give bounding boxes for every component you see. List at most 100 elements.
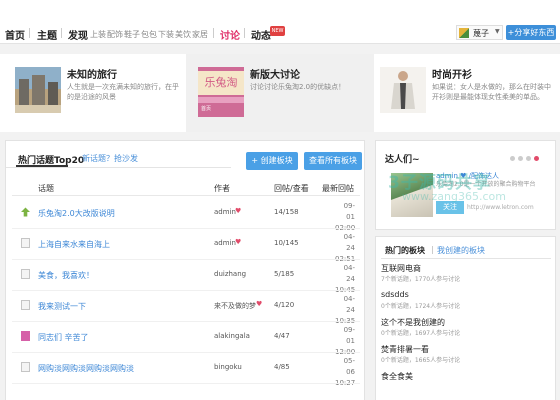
board-name[interactable]: 焚青排暑一看	[381, 344, 429, 355]
table-row[interactable]: 上海自来水来自海上 admin ♥ 10/145 04-24 02:51	[6, 229, 366, 263]
header-divider	[12, 195, 360, 196]
nav-home[interactable]: 首页	[5, 27, 25, 42]
topic-author[interactable]: alakingala	[214, 332, 250, 340]
document-icon	[21, 300, 30, 310]
topic-reply-count: 5/185	[274, 270, 295, 278]
topic-latest-date: 09-01	[343, 202, 355, 221]
tab-divider	[432, 246, 433, 254]
list-item[interactable]: 食全食美	[381, 371, 551, 395]
board-meta: 0个新话题，1724人参与讨论	[381, 303, 461, 310]
leture-logo-image[interactable]: 乐兔淘 首页	[198, 67, 244, 117]
avatar	[459, 28, 469, 38]
featured-strip: 未知的旅行 人生就是一次充满未知的旅行，在乎的是沿途的风景 新版大讨论 讨论讨论…	[0, 54, 560, 132]
featured-desc: 如果说：女人是水做的，那么在时装中开衫则是最能体现女性柔美的单品。	[432, 83, 551, 101]
tab-hot-boards[interactable]: 热门的板块	[385, 245, 425, 256]
nav-category-bags[interactable]: 包包	[141, 29, 157, 40]
user-menu[interactable]: 蔑子 ▼	[456, 25, 503, 40]
topic-author[interactable]: 来不及做的梦	[214, 301, 256, 311]
nav-category-bottoms[interactable]: 下装	[158, 29, 174, 40]
heart-icon: ♥	[256, 300, 263, 308]
featured-title[interactable]: 新版大讨论	[250, 66, 300, 81]
leture-logo-text: 乐兔淘	[198, 71, 244, 95]
topic-title[interactable]: 乐兔淘2.0大改版说明	[38, 208, 115, 219]
travel-photo[interactable]	[15, 67, 61, 113]
topic-title[interactable]: 上海自来水来自海上	[38, 239, 110, 250]
featured-title[interactable]: 时尚开衫	[432, 66, 472, 81]
table-row[interactable]: 我来测试一下 来不及做的梦 ♥ 4/120 04-24 10:35	[6, 291, 366, 325]
topic-latest-date: 04-24	[343, 295, 355, 314]
carousel-dot[interactable]	[510, 156, 515, 161]
document-icon	[21, 238, 30, 248]
boards-divider	[381, 258, 551, 259]
heart-icon: ♥	[235, 207, 242, 215]
tag-icon	[21, 331, 30, 341]
experts-title: 达人们~	[385, 155, 420, 165]
topic-title[interactable]: 我来测试一下	[38, 301, 86, 312]
featured-desc: 讨论讨论乐兔淘2.0的优缺点！	[250, 83, 346, 91]
carousel-dot[interactable]	[526, 156, 531, 161]
top-navigation: 首页 主题 发现 上装 配饰 鞋子 包包 下装 美饮 家居 讨论 动态 NEW …	[0, 0, 560, 44]
featured-desc: 人生就是一次充满未知的旅行，在乎的是沿途的风景	[67, 83, 179, 101]
carousel-dots	[510, 154, 542, 164]
nav-divider	[29, 28, 30, 38]
table-row[interactable]: 乐兔淘2.0大改版说明 admin ♥ 14/158 09-01 02:00	[6, 198, 366, 232]
topic-title[interactable]: 网购淡网购淡网购淡网购淡	[38, 363, 134, 374]
share-button[interactable]: +分享好东西	[506, 25, 556, 40]
watermark-url: www.zang365.com	[402, 190, 506, 203]
topic-reply-count: 10/145	[274, 239, 299, 247]
column-header-reply: 回帖/查看	[274, 184, 309, 193]
leture-logo-bar	[198, 97, 244, 103]
arrow-up-icon	[21, 207, 30, 217]
column-header-author: 作者	[214, 184, 230, 193]
nav-category-home[interactable]: 家居	[192, 29, 208, 40]
column-header-topic: 话题	[38, 184, 54, 193]
list-item[interactable]: 互联网电商 7个新话题，1770人参与讨论	[381, 263, 551, 287]
carousel-dot[interactable]	[518, 156, 523, 161]
board-name[interactable]: 这个不是我创建的	[381, 317, 445, 328]
row-divider	[12, 383, 360, 384]
view-all-boards-button[interactable]: 查看所有板块	[304, 152, 362, 170]
topic-reply-count: 4/120	[274, 301, 295, 309]
list-item[interactable]: 这个不是我创建的 0个新话题，1697人参与讨论	[381, 317, 551, 341]
board-name[interactable]: sdsdds	[381, 290, 409, 299]
board-name[interactable]: 食全食美	[381, 371, 413, 382]
topics-card: 热门话题Top20 新话题？抢沙发 + 创建板块 查看所有板块 话题 作者 回帖…	[5, 140, 365, 400]
tab-divider	[6, 167, 231, 168]
nav-category-tops[interactable]: 上装	[90, 29, 106, 40]
topic-author[interactable]: admin	[214, 239, 236, 247]
topic-reply-count: 4/85	[274, 363, 290, 371]
heart-icon: ♥	[235, 238, 242, 246]
list-item[interactable]: 焚青排暑一看 0个新话题，1665人参与讨论	[381, 344, 551, 368]
topic-reply-count: 4/47	[274, 332, 290, 340]
list-item[interactable]: sdsdds 0个新话题，1724人参与讨论	[381, 290, 551, 314]
topic-latest-date: 05-06	[343, 357, 355, 376]
board-name[interactable]: 互联网电商	[381, 263, 421, 274]
nav-news[interactable]: 动态	[251, 27, 271, 42]
nav-discuss[interactable]: 讨论	[220, 27, 240, 42]
featured-title[interactable]: 未知的旅行	[67, 66, 117, 81]
topic-author[interactable]: admin	[214, 208, 236, 216]
carousel-dot-active[interactable]	[534, 156, 539, 161]
nav-topics[interactable]: 主题	[37, 27, 57, 42]
topic-title[interactable]: 同志们 辛苦了	[38, 332, 89, 343]
tab-new-topics[interactable]: 新话题？抢沙发	[82, 153, 138, 164]
column-header-latest: 最新回帖	[322, 184, 354, 193]
cardigan-photo[interactable]	[380, 67, 426, 113]
nav-category-accessories[interactable]: 配饰	[107, 29, 123, 40]
table-row[interactable]: 同志们 辛苦了 alakingala 4/47 09-01 12:00	[6, 322, 366, 356]
create-board-button[interactable]: + 创建板块	[246, 152, 298, 170]
chevron-down-icon: ▼	[495, 28, 500, 35]
topic-author[interactable]: bingoku	[214, 363, 242, 371]
board-meta: 7个新话题，1770人参与讨论	[381, 276, 461, 283]
table-row[interactable]: 网购淡网购淡网购淡网购淡 bingoku 4/85 05-06 10:27	[6, 353, 366, 387]
nav-discover[interactable]: 发现	[68, 27, 88, 42]
table-row[interactable]: 美食，我喜欢！ duizhang 5/185 04-24 10:45	[6, 260, 366, 294]
nav-category-shoes[interactable]: 鞋子	[124, 29, 140, 40]
tab-my-boards[interactable]: 我创建的板块	[437, 245, 485, 256]
nav-divider	[244, 28, 245, 38]
new-badge: NEW	[270, 26, 285, 36]
topic-title[interactable]: 美食，我喜欢！	[38, 270, 94, 281]
expert-url[interactable]: http://www.letron.com	[467, 204, 534, 211]
nav-category-beauty[interactable]: 美饮	[175, 29, 191, 40]
topic-author[interactable]: duizhang	[214, 270, 246, 278]
